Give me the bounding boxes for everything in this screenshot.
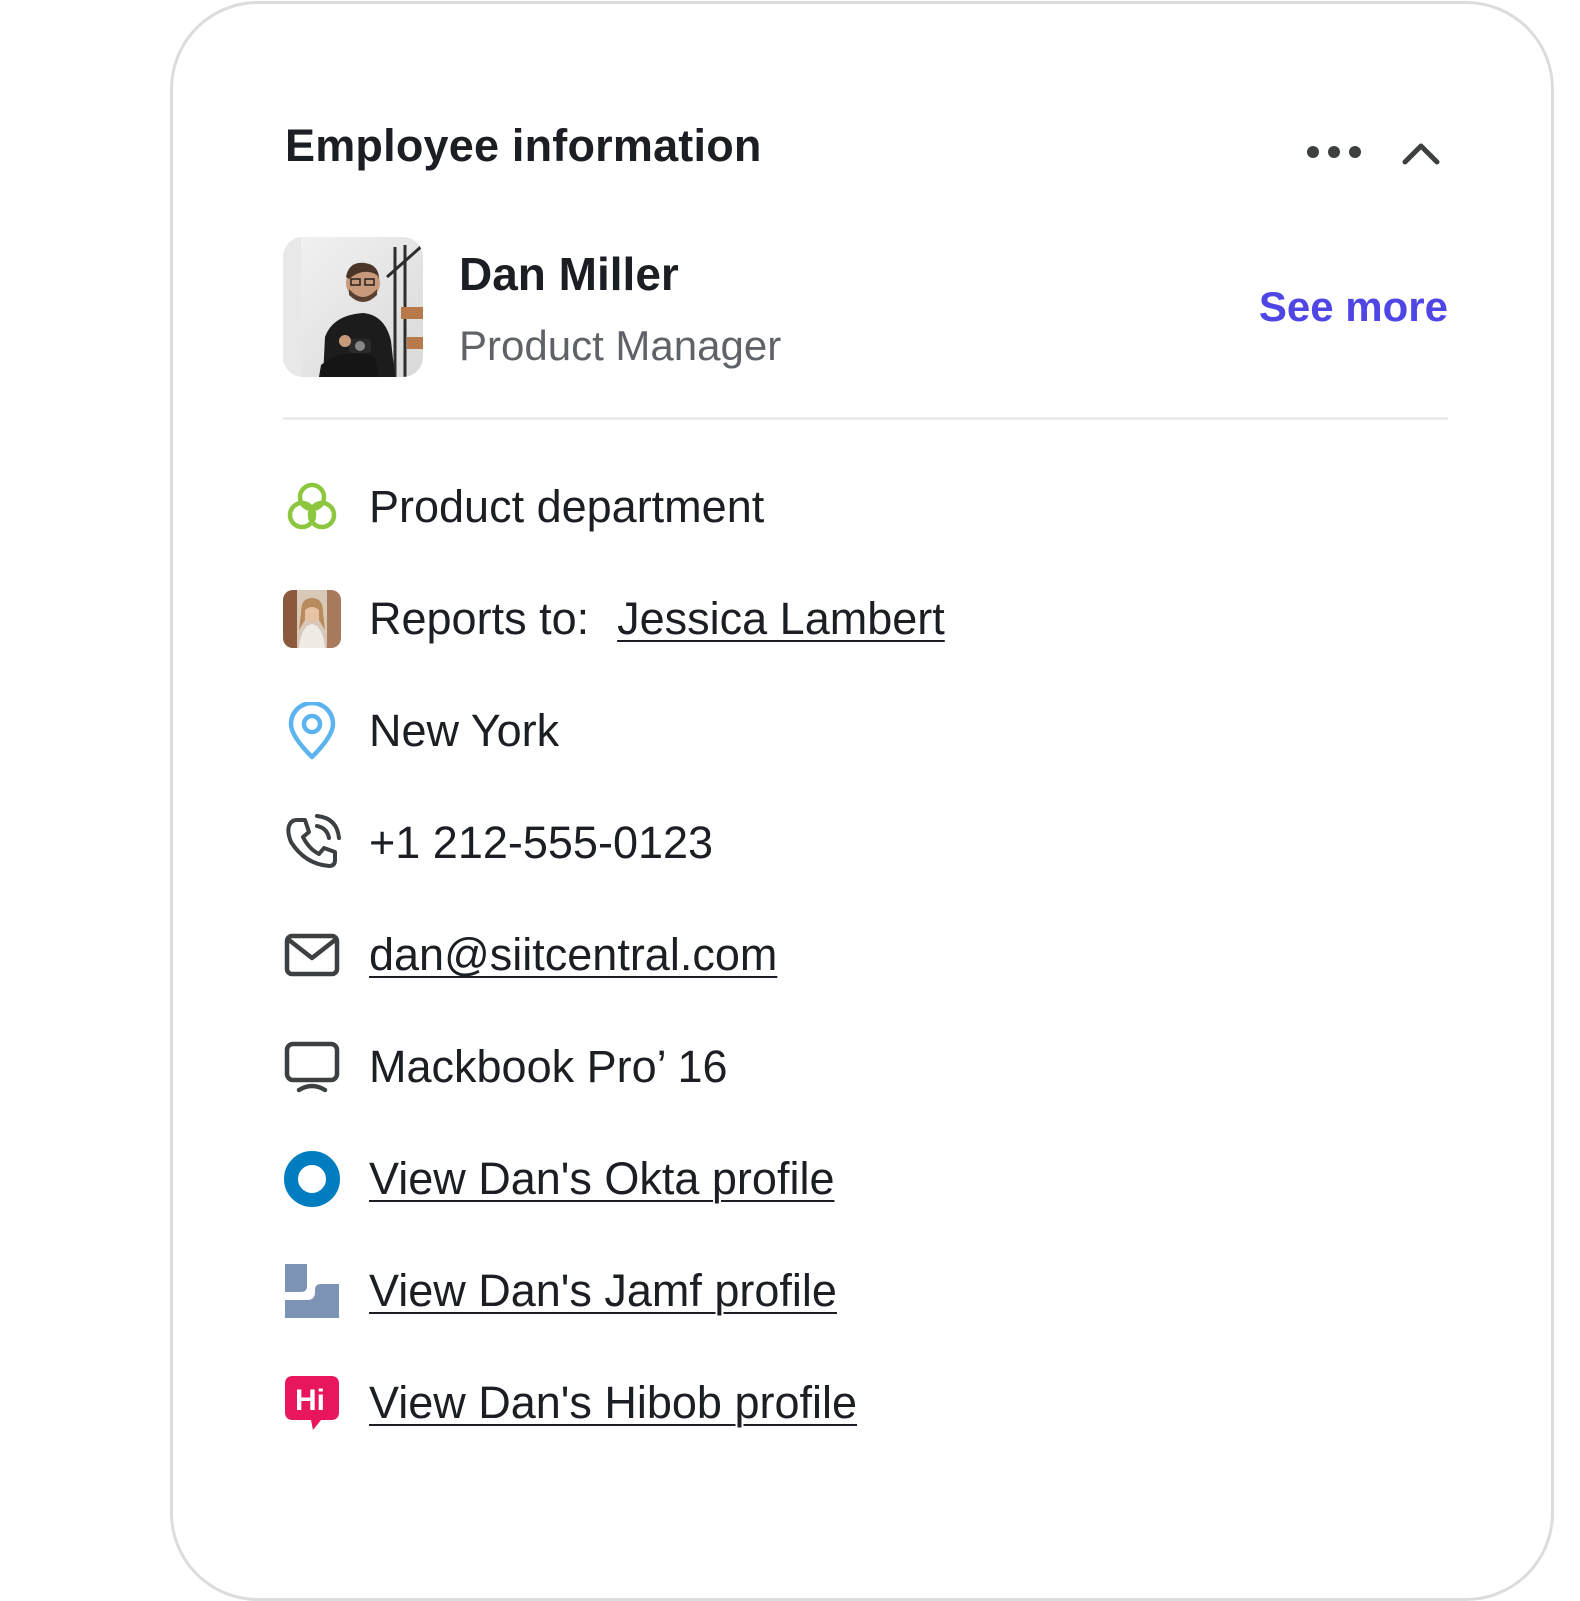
department-row: Product department [283,452,1448,564]
location-row: New York [283,676,1448,788]
chevron-up-icon [1402,143,1440,165]
manager-avatar [283,590,341,648]
hibob-profile-link[interactable]: View Dan's Hibob profile [369,1376,857,1430]
phone-text: +1 212-555-0123 [369,817,714,868]
location-text: New York [369,705,560,756]
svg-text:Hi: Hi [295,1384,325,1417]
more-horizontal-icon [1307,146,1361,158]
phone-icon [286,814,341,868]
jamf-profile-link[interactable]: View Dan's Jamf profile [369,1264,837,1318]
employee-name: Dan Miller [459,248,679,300]
laptop-icon [284,1041,340,1093]
employee-role: Product Manager [459,322,782,369]
employee-avatar [283,237,423,377]
jamf-logo-icon [285,1264,339,1318]
email-row: dan@siitcentral.com [283,900,1448,1012]
hibob-row: Hi View Dan's Hibob profile [283,1348,1448,1460]
okta-logo-icon [284,1151,340,1207]
okta-profile-link[interactable]: View Dan's Okta profile [369,1152,834,1206]
device-row: Mackbook Pro’ 16 [283,1012,1448,1124]
see-more-link[interactable]: See more [1259,283,1448,331]
employee-profile: Dan Miller Product Manager See more [283,237,1448,382]
phone-row: +1 212-555-0123 [283,788,1448,900]
department-text: Product department [369,481,765,532]
reports-to-label: Reports to: [369,593,590,644]
employee-info-card: Employee information Dan Miller Product … [170,1,1554,1601]
okta-row: View Dan's Okta profile [283,1124,1448,1236]
more-options-button[interactable] [1303,132,1365,172]
location-pin-icon [288,702,336,760]
info-list: Product department Reports to: Jessica La… [283,452,1448,1460]
mail-icon [284,933,340,977]
reports-to-text: Reports to: Jessica Lambert [369,592,945,646]
divider [283,417,1448,420]
manager-link[interactable]: Jessica Lambert [617,593,945,644]
device-text: Mackbook Pro’ 16 [369,1041,728,1092]
hibob-logo-icon: Hi [285,1376,339,1430]
department-icon [287,482,337,530]
reports-to-row: Reports to: Jessica Lambert [283,564,1448,676]
collapse-button[interactable] [1398,130,1444,174]
jamf-row: View Dan's Jamf profile [283,1236,1448,1348]
email-link[interactable]: dan@siitcentral.com [369,928,777,982]
card-title: Employee information [285,120,762,171]
